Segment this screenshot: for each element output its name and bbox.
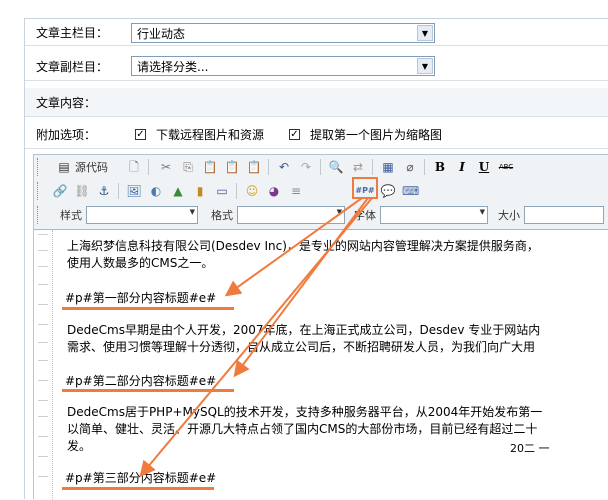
arrow-to-title-1 [224, 197, 363, 297]
arrow-to-title-3 [139, 197, 373, 478]
annotation-arrows [139, 197, 373, 478]
arrow-to-title-2 [233, 197, 369, 378]
